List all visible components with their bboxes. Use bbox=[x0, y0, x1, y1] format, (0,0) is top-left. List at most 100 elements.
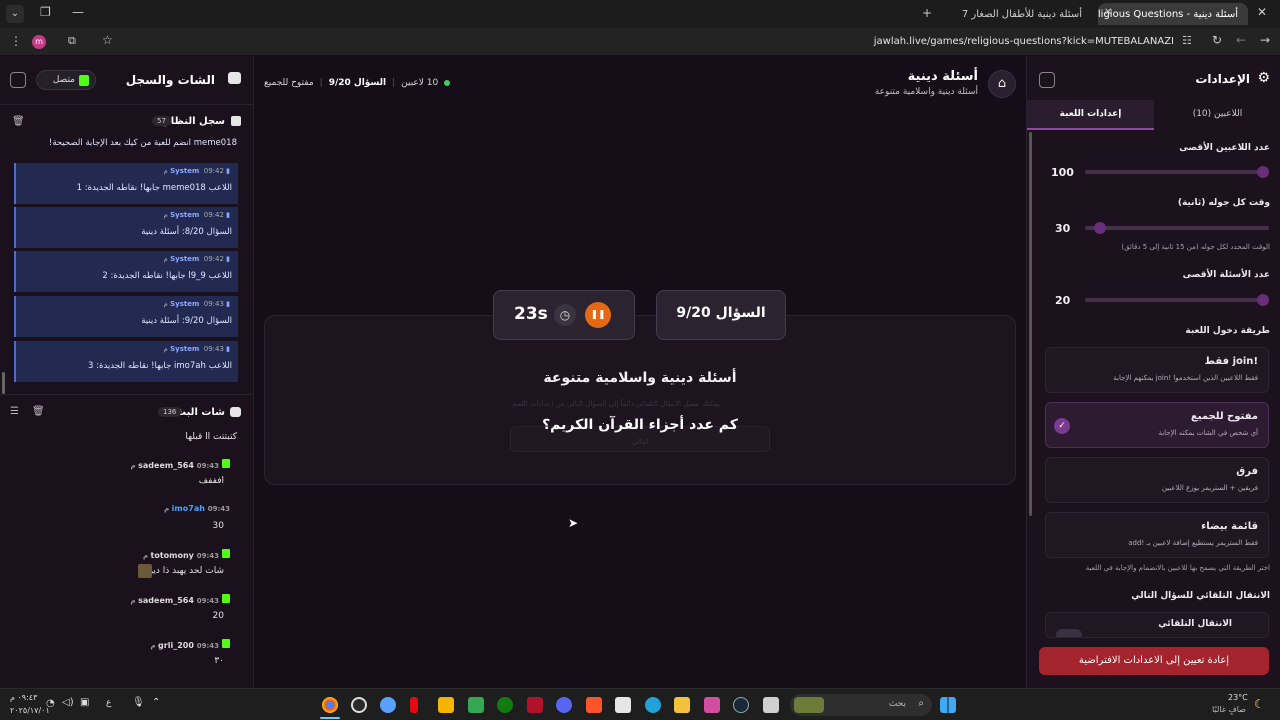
bookmark-star-icon[interactable]: ☆ bbox=[102, 33, 113, 47]
search-highlight-image bbox=[794, 697, 824, 713]
steam-icon[interactable] bbox=[733, 697, 749, 713]
max-players-label: عدد اللاعبين الأقصى bbox=[1179, 143, 1270, 153]
chat-user-line: sadeem_564 09:43 م bbox=[131, 459, 230, 470]
chat-username: sadeem_564 bbox=[138, 596, 194, 605]
auto-next-label: الانتقال التلقائي للسؤال التالي bbox=[1131, 591, 1270, 601]
option-title: فرق bbox=[1236, 466, 1258, 477]
question-category: أسئلة دينية واسلامية متنوعة bbox=[543, 370, 737, 386]
message-text: اللاعب 9_l9 جابها! نقاطه الجديدة: 2 bbox=[102, 271, 232, 281]
chat-message: totomony 09:43 م شات لحد يهبد ذا دين bbox=[0, 549, 240, 589]
avatar[interactable]: m bbox=[32, 35, 46, 49]
option-title: قائمة بيضاء bbox=[1201, 521, 1258, 532]
tab-kids-questions[interactable]: أسئلة دينية للأطفال الصغار 7 س... bbox=[960, 3, 1090, 25]
window-maximize-button[interactable]: ❐ bbox=[40, 5, 51, 19]
status-text: متصل bbox=[52, 75, 75, 85]
tab-players[interactable]: اللاعبين (10) bbox=[1154, 100, 1280, 130]
window-minimize-button[interactable]: — bbox=[72, 5, 84, 19]
option-desc: أي شخص في الشات يمكنه الإجابة bbox=[1158, 429, 1258, 437]
extensions-icon[interactable]: ⧉ bbox=[68, 34, 76, 48]
tab-label: أسئلة دينية للأطفال الصغار 7 س... bbox=[960, 8, 1082, 20]
app-icon[interactable] bbox=[527, 697, 543, 713]
site-settings-icon[interactable]: ☷ bbox=[1182, 34, 1192, 47]
chevron-up-icon[interactable]: ⌃ bbox=[152, 697, 160, 708]
collapse-right-panel-button[interactable] bbox=[1039, 72, 1055, 88]
window-close-button[interactable]: ✕ bbox=[1257, 5, 1267, 19]
divider bbox=[0, 104, 254, 105]
chat-user-line: totomony 09:43 م bbox=[143, 549, 230, 560]
tab-game-settings[interactable]: إعدادات اللعبة bbox=[1027, 100, 1154, 130]
system-message: ▮ System 09:42 م السؤال 8/20: أسئلة ديني… bbox=[14, 207, 238, 248]
clock-date[interactable]: ٢٠٢٥/١٧/٠١ bbox=[10, 706, 50, 715]
app-icon[interactable] bbox=[438, 697, 454, 713]
windows-start-icon[interactable] bbox=[940, 697, 956, 713]
home-button[interactable]: ⌂ bbox=[988, 70, 1016, 98]
xbox-icon[interactable] bbox=[497, 697, 513, 713]
log-scrollbar[interactable] bbox=[2, 372, 5, 394]
settings-scrollbar[interactable] bbox=[1029, 132, 1032, 516]
auto-next-toggle[interactable] bbox=[1056, 629, 1082, 637]
forward-icon[interactable]: ← bbox=[1236, 33, 1246, 47]
tab-close-icon[interactable]: ✕ bbox=[1104, 7, 1112, 18]
game-status-bar: 10 لاعبين | السؤال 9/20 | مفتوح للجميع bbox=[264, 78, 451, 88]
chat-username: sadeem_564 bbox=[138, 461, 194, 470]
kick-icon bbox=[222, 549, 230, 558]
microphone-icon[interactable]: 🎙 bbox=[132, 697, 145, 708]
emote-image bbox=[138, 564, 152, 578]
edge-icon[interactable] bbox=[645, 697, 661, 713]
back-icon[interactable]: → bbox=[1260, 33, 1270, 47]
auto-next-card[interactable]: الانتقال التلقائي bbox=[1045, 612, 1269, 638]
slider-knob[interactable] bbox=[1257, 294, 1269, 306]
display-icon[interactable]: ▣ bbox=[80, 697, 89, 708]
game-title: أسئلة دينية bbox=[907, 69, 978, 84]
url-text[interactable]: jawlah.live/games/religious-questions?ki… bbox=[874, 36, 1174, 47]
slider-knob[interactable] bbox=[1093, 222, 1106, 234]
reload-icon[interactable]: ↻ bbox=[1212, 33, 1222, 47]
tab-search-button[interactable]: ⌄ bbox=[6, 5, 24, 23]
language-indicator[interactable]: ع bbox=[106, 698, 111, 708]
join-option-join-only[interactable]: !join فقط فقط اللاعبين الذين استخدموا !j… bbox=[1045, 347, 1269, 393]
app-icon[interactable] bbox=[380, 697, 396, 713]
max-players-slider[interactable] bbox=[1085, 166, 1269, 178]
log-icon bbox=[231, 116, 241, 126]
netflix-icon[interactable] bbox=[410, 697, 418, 713]
max-questions-slider[interactable] bbox=[1085, 294, 1269, 306]
chat-filter-icon[interactable]: ☰ bbox=[10, 406, 19, 417]
join-method-label: طريقة دخول اللعبة bbox=[1185, 326, 1270, 336]
play-store-icon[interactable] bbox=[468, 697, 484, 713]
collapse-left-panel-button[interactable] bbox=[10, 72, 26, 88]
online-dot-icon bbox=[444, 80, 451, 86]
join-option-whitelist[interactable]: قائمة بيضاء فقط الستريمر يستطيع إضافة لا… bbox=[1045, 512, 1269, 558]
brave-icon[interactable] bbox=[586, 697, 602, 713]
round-time-slider[interactable] bbox=[1085, 222, 1269, 234]
search-box[interactable]: ⌕ بحث bbox=[790, 694, 932, 716]
obs-icon[interactable] bbox=[351, 697, 367, 713]
tab-label: أسئلة دينية - Religious Questions bbox=[1098, 8, 1238, 20]
weather-temp[interactable]: 23°C bbox=[1228, 693, 1248, 702]
join-option-open[interactable]: مفتوح للجميع أي شخص في الشات يمكنه الإجا… bbox=[1045, 402, 1269, 448]
clock-time[interactable]: ٠٩:٤٣ م bbox=[10, 693, 37, 702]
chat-bubble-icon bbox=[230, 407, 241, 417]
new-tab-button[interactable]: + bbox=[922, 6, 932, 20]
join-option-teams[interactable]: فرق فريقين + الستريمر يوزع اللاعبين bbox=[1045, 457, 1269, 503]
chat-text: افففف bbox=[198, 476, 224, 486]
weather-desc[interactable]: صافٍ غالبًا bbox=[1212, 705, 1246, 714]
store-icon[interactable] bbox=[615, 697, 631, 713]
chat-username: grli_200 bbox=[158, 641, 194, 650]
trash-icon[interactable]: 🗑 bbox=[12, 116, 25, 127]
menu-dots-icon[interactable]: ⋮ bbox=[10, 34, 22, 48]
office-icon[interactable] bbox=[704, 697, 720, 713]
taskbar: ٠٩:٤٣ م ٢٠٢٥/١٧/٠١ ◔ ◁) ▣ ع 🎙 ⌃ ⌕ بحث 23… bbox=[0, 688, 1280, 720]
file-explorer-icon[interactable] bbox=[674, 697, 690, 713]
tab-religious-questions[interactable]: أسئلة دينية - Religious Questions bbox=[1098, 3, 1248, 25]
discord-icon[interactable] bbox=[556, 697, 572, 713]
trash-icon[interactable]: 🗑 bbox=[32, 406, 45, 417]
notification-icon[interactable]: ◔ bbox=[46, 698, 55, 709]
reset-defaults-button[interactable]: إعادة تعيين إلى الاعدادات الافتراضية bbox=[1039, 647, 1269, 675]
message-text: السؤال 8/20: أسئلة دينية bbox=[141, 227, 232, 237]
chrome-icon[interactable] bbox=[322, 697, 338, 713]
slider-knob[interactable] bbox=[1257, 166, 1269, 178]
volume-icon[interactable]: ◁) bbox=[62, 697, 74, 708]
pause-button[interactable]: ❚❚ bbox=[585, 302, 611, 328]
app-icon[interactable] bbox=[763, 697, 779, 713]
active-app-underline bbox=[320, 717, 340, 719]
